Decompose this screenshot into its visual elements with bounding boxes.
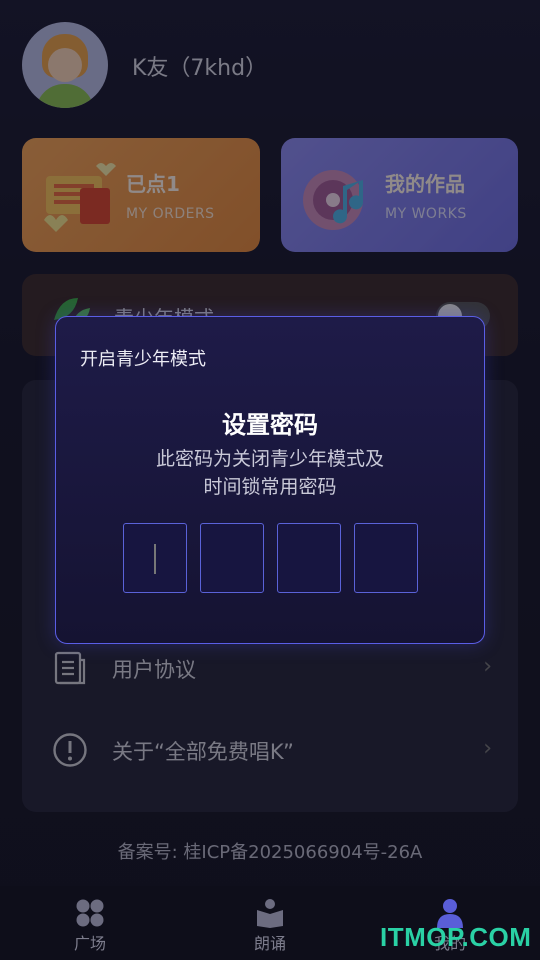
dialog-title: 设置密码 — [222, 411, 318, 439]
tab-recite[interactable]: 朗诵 — [220, 898, 320, 954]
pin-digit-input[interactable] — [354, 523, 418, 593]
tab-label: 广场 — [73, 934, 106, 953]
dialog-header: 开启青少年模式 — [80, 349, 206, 370]
tab-plaza[interactable]: 广场 — [40, 898, 140, 954]
dialog-description: 此密码为关闭青少年模式及 时间锁常用密码 — [56, 445, 484, 501]
pin-digit-input[interactable] — [200, 523, 264, 593]
pin-digit-input[interactable] — [277, 523, 341, 593]
set-password-dialog: 开启青少年模式 设置密码 此密码为关闭青少年模式及 时间锁常用密码 — [55, 316, 485, 644]
grid-icon — [76, 899, 104, 927]
tab-label: 朗诵 — [253, 934, 286, 953]
book-icon — [257, 899, 283, 928]
text-cursor — [154, 544, 156, 574]
pin-digit-input[interactable] — [123, 523, 187, 593]
watermark: ITMOP.COM — [380, 922, 532, 952]
dialog-description-line: 此密码为关闭青少年模式及 — [155, 448, 384, 470]
dialog-description-line: 时间锁常用密码 — [203, 476, 337, 498]
